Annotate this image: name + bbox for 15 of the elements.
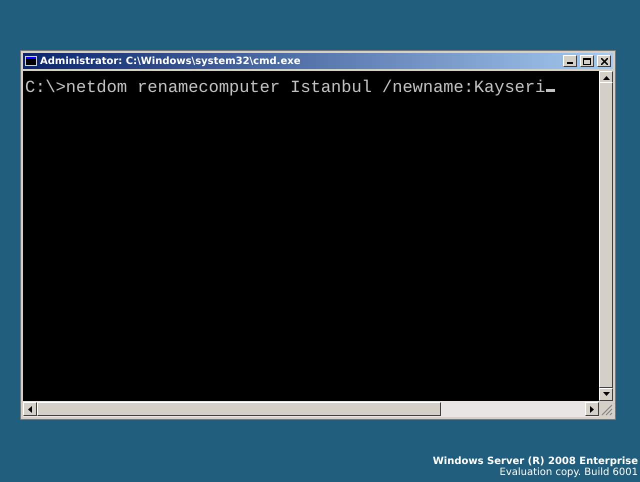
build-label: Evaluation copy. Build 6001 (500, 467, 638, 478)
console-line: C:\>netdom renamecomputer Istanbul /newname:Kayseri (25, 79, 597, 98)
maximize-icon (583, 58, 591, 64)
window-title: Administrator: C:\Windows\system32\cmd.exe (40, 56, 302, 66)
horizontal-scrollbar[interactable] (23, 401, 599, 417)
edition-label: Windows Server (R) 2008 Enterprise (432, 456, 638, 467)
close-icon (600, 58, 608, 64)
maximize-button[interactable] (580, 55, 594, 67)
minimize-button[interactable] (563, 55, 577, 67)
scroll-right-icon[interactable] (585, 402, 599, 416)
close-button[interactable] (597, 55, 611, 67)
scroll-left-icon[interactable] (23, 402, 37, 416)
scroll-down-icon[interactable] (599, 388, 613, 401)
scroll-thumb[interactable] (37, 402, 441, 416)
console-icon (25, 56, 37, 66)
